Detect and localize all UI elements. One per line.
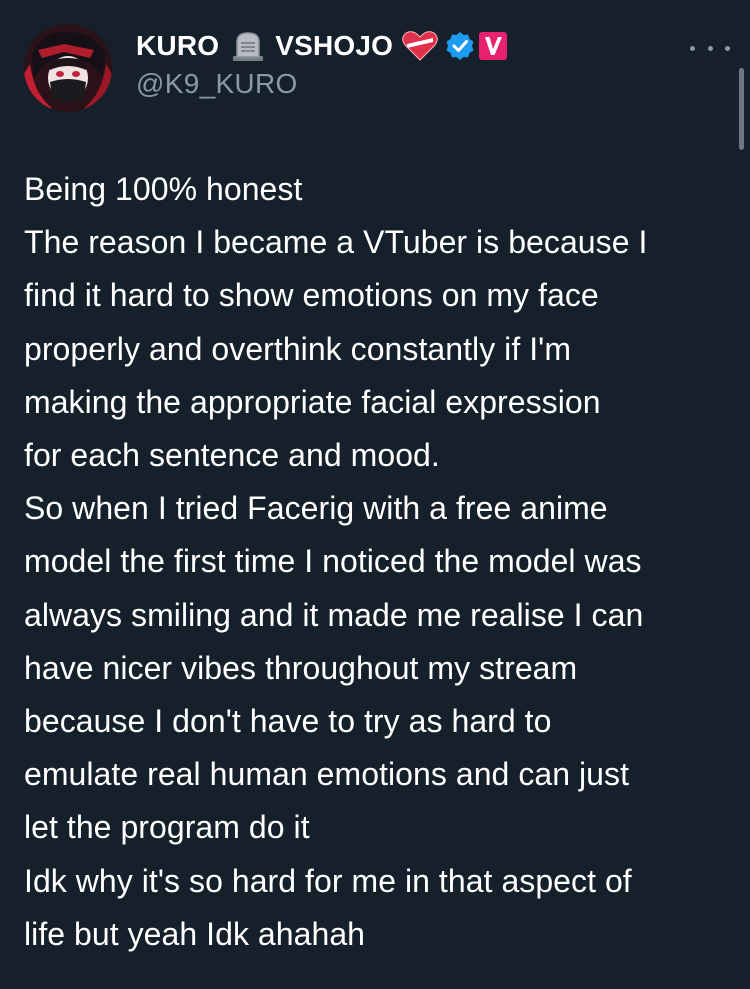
author-names: KURO VSHOJO @K9_KURO	[136, 28, 696, 100]
tweet-line: emulate real human emotions and can just	[24, 756, 630, 793]
display-name[interactable]: KURO VSHOJO	[136, 28, 696, 64]
scrollbar[interactable]	[739, 68, 744, 150]
tweet-line: properly and overthink constantly if I'm	[24, 330, 572, 367]
tweet-line: model the first time I noticed the model…	[24, 543, 642, 580]
tweet-line: making the appropriate facial expression	[24, 383, 601, 420]
tweet-line: The reason I became a VTuber is because …	[24, 224, 648, 261]
more-dot-icon	[690, 45, 695, 51]
tweet-line: find it hard to show emotions on my face	[24, 277, 599, 314]
tombstone-icon	[231, 30, 265, 62]
tweet-header: KURO VSHOJO @K9_KURO	[24, 24, 734, 116]
tweet-line: always smiling and it made me realise I …	[24, 596, 644, 633]
display-name-part2: VSHOJO	[275, 30, 394, 61]
tweet-line: have nicer vibes throughout my stream	[24, 649, 578, 686]
verified-icon[interactable]	[445, 31, 475, 61]
tweet-line: life but yeah Idk ahahah	[24, 915, 366, 952]
tweet: KURO VSHOJO @K9_KURO Being 100% honest T…	[0, 0, 750, 989]
tweet-text: Being 100% honest The reason I became a …	[24, 163, 734, 961]
tweet-line: for each sentence and mood.	[24, 437, 440, 474]
more-dot-icon	[725, 45, 730, 51]
display-name-part1: KURO	[136, 30, 220, 61]
heart-icon	[401, 30, 439, 62]
tweet-line: let the program do it	[24, 809, 310, 846]
vshojo-v-badge-icon	[479, 32, 508, 60]
tweet-line: So when I tried Facerig with a free anim…	[24, 490, 608, 527]
tweet-line: Being 100% honest	[24, 171, 303, 207]
avatar-image	[24, 24, 112, 112]
tweet-line: because I don't have to try as hard to	[24, 703, 552, 740]
avatar[interactable]	[24, 24, 112, 112]
more-options-button[interactable]	[690, 36, 730, 60]
more-dot-icon	[707, 45, 713, 51]
handle[interactable]: @K9_KURO	[136, 68, 696, 100]
tweet-line: Idk why it's so hard for me in that aspe…	[24, 862, 632, 899]
